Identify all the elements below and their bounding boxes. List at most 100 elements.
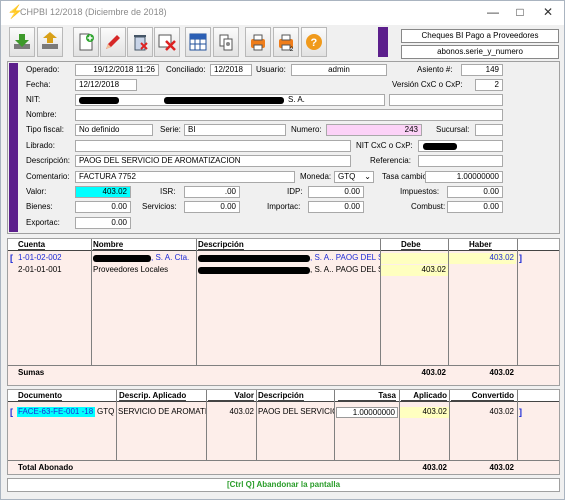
nombre-field[interactable] <box>75 109 503 121</box>
exportac-field[interactable]: 0.00 <box>75 217 131 229</box>
col-tasa[interactable]: Tasa <box>338 390 396 401</box>
col-valor[interactable]: Valor <box>208 390 254 401</box>
idp-field[interactable]: 0.00 <box>308 186 364 198</box>
col-haber[interactable]: Haber <box>469 239 492 250</box>
importac-field[interactable]: 0.00 <box>308 201 364 213</box>
trash-icon <box>134 35 148 51</box>
descripcion-label: Descripción: <box>26 156 71 165</box>
help-button[interactable]: ? <box>301 27 327 57</box>
usuario-field[interactable]: admin <box>291 64 387 76</box>
isr-field[interactable]: .00 <box>184 186 240 198</box>
edit-button[interactable] <box>100 27 126 57</box>
librado-field[interactable] <box>75 140 351 152</box>
col-descrip-aplicado[interactable]: Descrip. Aplicado <box>119 390 187 401</box>
doc-type-box: Cheques BI Pago a Proveedores <box>401 29 559 43</box>
copy-document-icon <box>219 34 233 51</box>
tasa-field[interactable]: 1.00000000 <box>425 171 503 183</box>
table-ref-box: abonos.serie_y_numero <box>401 45 559 59</box>
descrip-aplicado-cell: SERVICIO DE AROMATI. <box>118 407 206 416</box>
maximize-button[interactable]: □ <box>506 1 534 23</box>
app-logo-icon: ⚡ <box>7 4 24 19</box>
download-button[interactable] <box>9 27 35 57</box>
descripcion-cell: , S. A.. PAOG DEL S <box>310 265 380 274</box>
selection-bracket-left: [ <box>10 407 13 417</box>
col-cuenta[interactable]: Cuenta <box>18 239 46 250</box>
convertido-cell: 403.02 <box>489 407 514 416</box>
version-label: Versión CxC o CxP: <box>392 80 463 89</box>
numero-label: Numero: <box>291 125 322 134</box>
total-abonado-label: Total Abonado <box>18 463 74 472</box>
upload-button[interactable] <box>37 27 63 57</box>
divider <box>8 365 559 366</box>
operado-field[interactable]: 19/12/2018 11:26 <box>75 64 159 76</box>
moneda-select[interactable]: GTQ ⌄ <box>334 171 374 183</box>
nit-field[interactable]: S. A. <box>75 94 385 106</box>
valor-field[interactable]: 403.02 <box>75 186 131 198</box>
documento-cell: FACE-63-FE-001 -18 <box>17 407 95 417</box>
col-aplicado[interactable]: Aplicado <box>401 390 447 401</box>
form-accent-strip <box>9 63 18 232</box>
sumas-haber: 403.02 <box>489 368 514 377</box>
title-bar: ⚡ CHPBI 12/2018 (Diciembre de 2018) — □ … <box>1 1 564 25</box>
asiento-field[interactable]: 149 <box>461 64 503 76</box>
sucursal-field[interactable] <box>475 124 503 136</box>
status-hint[interactable]: [Ctrl Q] Abandonar la pantalla <box>7 478 560 492</box>
col-debe[interactable]: Debe <box>401 239 421 250</box>
col-divider <box>256 390 257 460</box>
descripcion-field[interactable]: PAOG DEL SERVICIO DE AROMATIZACION <box>75 155 351 167</box>
exportac-label: Exportac: <box>26 218 60 227</box>
col-divider <box>206 390 207 460</box>
tasa-cell[interactable]: 1.00000000 <box>336 407 398 418</box>
bienes-field[interactable]: 0.00 <box>75 201 131 213</box>
print-2-button[interactable]: 2 <box>273 27 299 57</box>
impuestos-field[interactable]: 0.00 <box>447 186 503 198</box>
haber-cell: 403.02 <box>449 253 516 264</box>
version-field[interactable]: 2 <box>475 79 503 91</box>
delete-button[interactable] <box>127 27 153 57</box>
nit-extra-field[interactable] <box>389 94 503 106</box>
referencia-field[interactable] <box>418 155 503 167</box>
copy-button[interactable] <box>213 27 239 57</box>
table-row[interactable]: [ 1-01-02-002 , S. A. Cta. , S. A.. PAOG… <box>8 253 559 264</box>
col-documento[interactable]: Documento <box>18 390 62 401</box>
impuestos-label: Impuestos: <box>400 187 440 196</box>
close-button[interactable]: ✕ <box>534 1 562 23</box>
col-descripcion[interactable]: Descripción <box>198 239 244 250</box>
grid-button[interactable] <box>185 27 211 57</box>
combust-field[interactable]: 0.00 <box>447 201 503 213</box>
redaction <box>79 97 119 104</box>
accounts-table: Cuenta Nombre Descripción Debe Haber [ 1… <box>7 238 560 386</box>
cancel-row-button[interactable] <box>154 27 180 57</box>
col-convertido[interactable]: Convertido <box>451 390 514 401</box>
serie-field[interactable]: BI <box>184 124 286 136</box>
new-document-button[interactable] <box>73 27 99 57</box>
table-row[interactable]: 2-01-01-001 Proveedores Locales , S. A..… <box>8 265 559 276</box>
moneda-value: GTQ <box>338 172 356 181</box>
servicios-field[interactable]: 0.00 <box>184 201 240 213</box>
print-button[interactable] <box>245 27 271 57</box>
asiento-label: Asiento #: <box>417 65 453 74</box>
fecha-field[interactable]: 12/12/2018 <box>75 79 137 91</box>
nit-cxc-field[interactable] <box>418 140 503 152</box>
table-row[interactable]: [ FACE-63-FE-001 -18 GTQ SERVICIO DE ARO… <box>8 407 559 418</box>
moneda-cell: GTQ <box>97 407 115 416</box>
conciliado-field[interactable]: 12/2018 <box>210 64 252 76</box>
debe-cell: 403.02 <box>381 265 448 276</box>
servicios-label: Servicios: <box>142 202 177 211</box>
col-nombre[interactable]: Nombre <box>93 239 124 250</box>
col-descripcion[interactable]: Descripción <box>258 390 304 401</box>
comentario-field[interactable]: FACTURA 7752 <box>75 171 295 183</box>
numero-field[interactable]: 243 <box>326 124 422 136</box>
app-window: ⚡ CHPBI 12/2018 (Diciembre de 2018) — □ … <box>0 0 565 500</box>
window-title: CHPBI 12/2018 (Diciembre de 2018) <box>20 7 167 17</box>
sucursal-label: Sucursal: <box>436 125 470 134</box>
col-divider <box>449 390 450 460</box>
col-divider <box>116 390 117 460</box>
tipo-fiscal-field[interactable]: No definido <box>75 124 153 136</box>
isr-label: ISR: <box>160 187 176 196</box>
nit-cxc-label: NIT CxC o CxP: <box>356 141 413 150</box>
sumas-debe: 403.02 <box>421 368 446 377</box>
minimize-button[interactable]: — <box>479 1 507 23</box>
svg-text:2: 2 <box>290 47 294 52</box>
operado-label: Operado: <box>26 65 60 74</box>
